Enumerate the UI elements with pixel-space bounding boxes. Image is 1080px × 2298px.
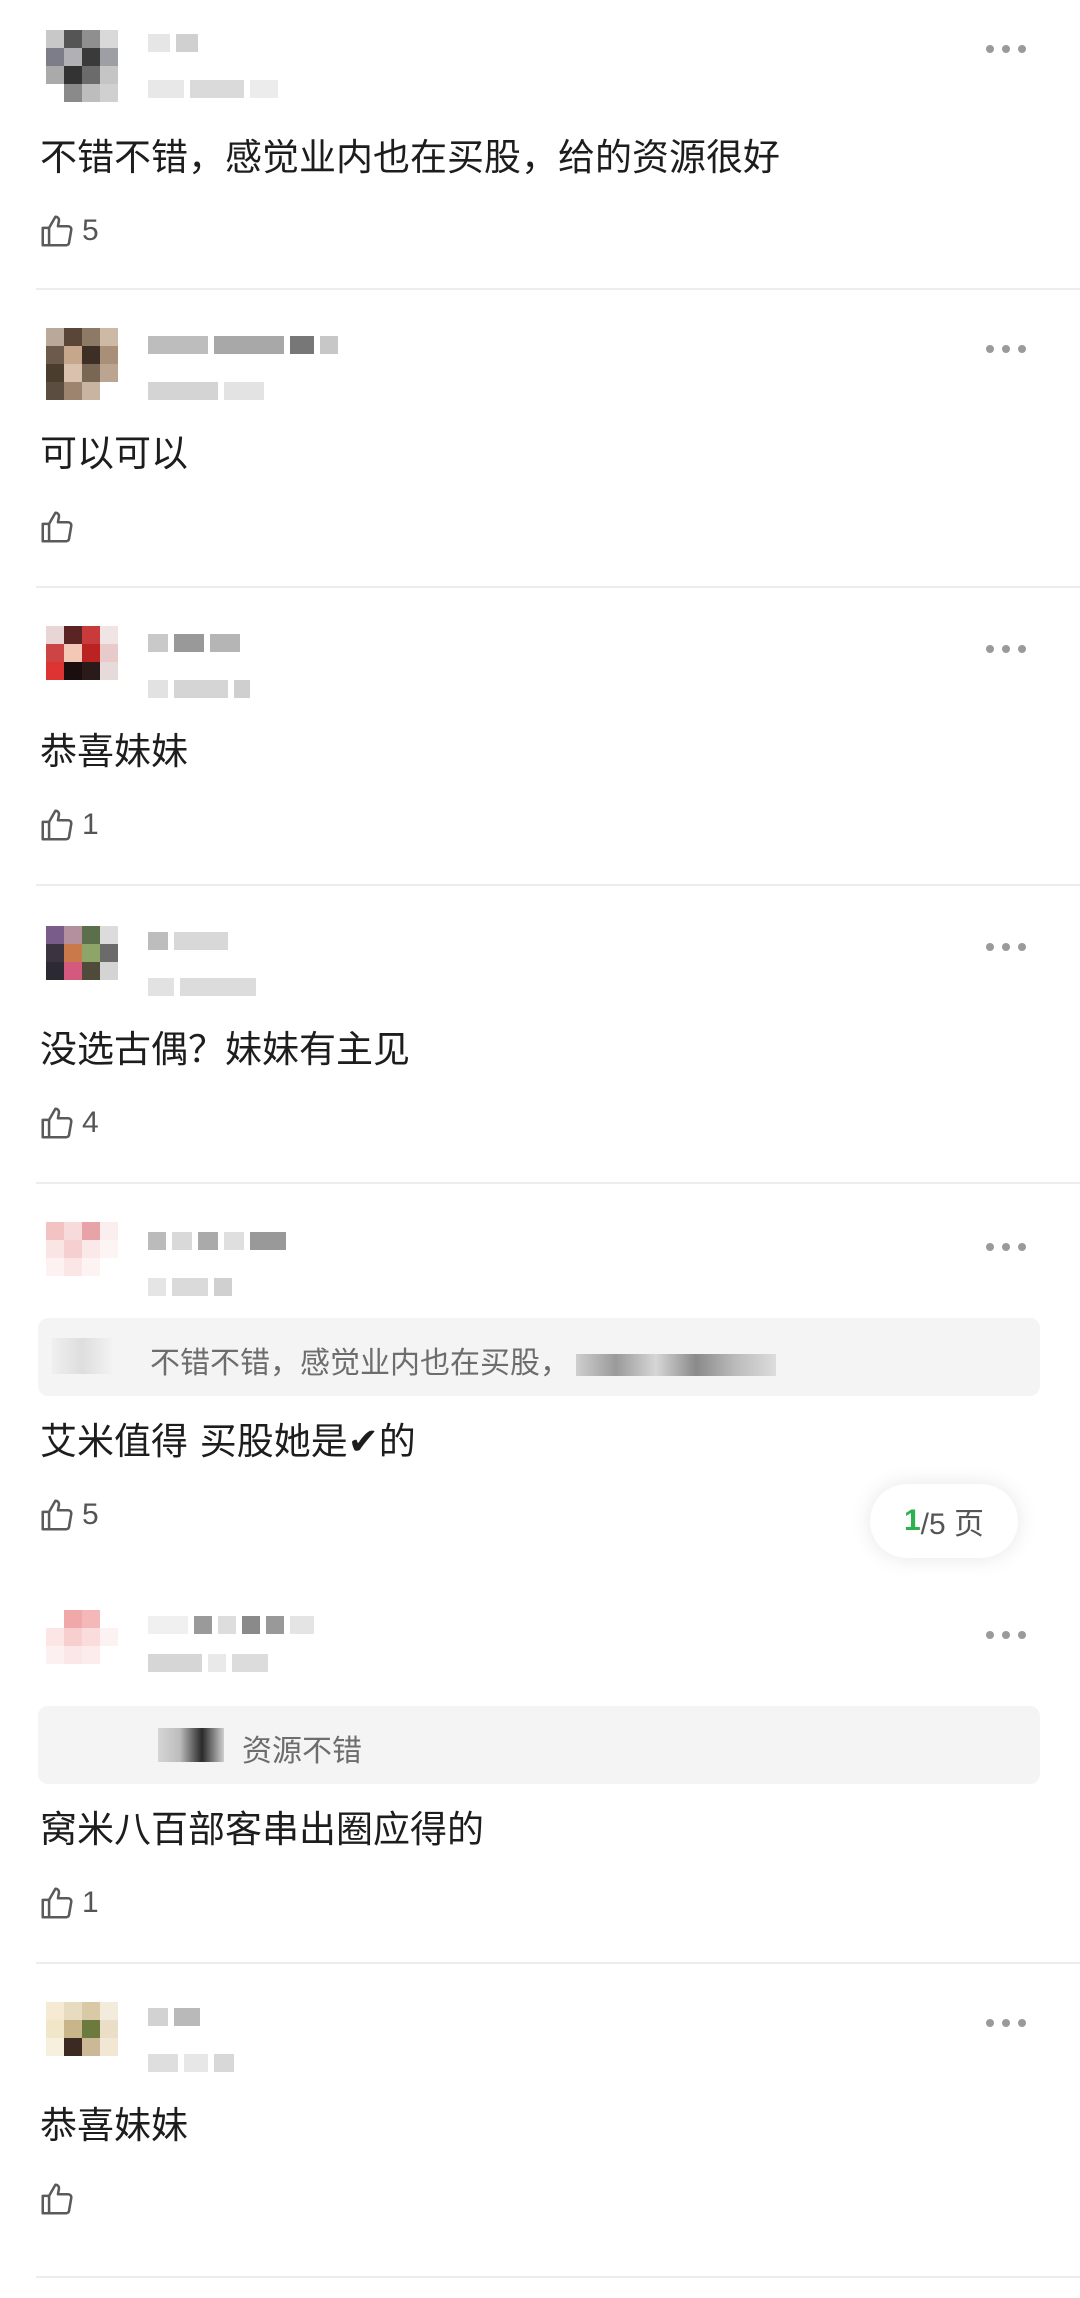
comment-text: 恭喜妹妹 [40, 2104, 188, 2147]
username-blurred[interactable] [148, 634, 246, 652]
avatar[interactable] [46, 2002, 140, 2096]
username-blurred[interactable] [148, 1232, 292, 1250]
avatar[interactable] [46, 1222, 140, 1316]
time-location-blurred [148, 680, 256, 698]
like-button[interactable] [38, 506, 82, 548]
like-count: 1 [82, 1886, 99, 1919]
thumbs-up-icon [41, 2183, 73, 2215]
more-dots-icon[interactable] [986, 1628, 1026, 1642]
divider [36, 1182, 1080, 1184]
like-count: 1 [82, 808, 99, 841]
time-location-blurred [148, 1278, 238, 1296]
comment-text: 恭喜妹妹 [40, 730, 188, 773]
avatar[interactable] [46, 1610, 140, 1704]
page-total: /5 页 [920, 1508, 985, 1541]
quoted-text-blurred [576, 1353, 776, 1376]
page-indicator[interactable]: 1/5 页 [870, 1484, 1018, 1558]
divider [36, 884, 1080, 886]
thumbs-up-icon [41, 511, 73, 543]
more-dots-icon[interactable] [986, 42, 1026, 56]
quoted-text: 不错不错，感觉业内也在买股， [150, 1338, 776, 1382]
divider [36, 2276, 1080, 2278]
more-dots-icon[interactable] [986, 1240, 1026, 1254]
divider [36, 586, 1080, 588]
quoted-avatar-blurred [52, 1338, 112, 1374]
like-count: 5 [82, 214, 99, 247]
comment-text: 艾米值得 买股她是✔的 [40, 1420, 416, 1463]
comment-text: 窝米八百部客串出圈应得的 [40, 1808, 484, 1851]
like-button[interactable] [38, 2178, 82, 2220]
like-count: 5 [82, 1498, 99, 1531]
avatar[interactable] [46, 30, 140, 124]
page-current: 1 [903, 1504, 921, 1537]
like-button[interactable]: 5 [38, 210, 99, 252]
username-blurred[interactable] [148, 2008, 206, 2026]
thumbs-up-icon [41, 215, 73, 247]
more-dots-icon[interactable] [986, 342, 1026, 356]
quoted-text-label: 不错不错，感觉业内也在买股， [150, 1346, 570, 1381]
thumbs-up-icon [41, 1887, 73, 1919]
more-dots-icon[interactable] [986, 940, 1026, 954]
thumbs-up-icon [41, 1499, 73, 1531]
more-dots-icon[interactable] [986, 642, 1026, 656]
username-blurred[interactable] [148, 932, 234, 950]
avatar[interactable] [46, 626, 140, 720]
time-location-blurred [148, 978, 262, 996]
time-location-blurred [148, 1654, 274, 1672]
quoted-comment[interactable]: 不错不错，感觉业内也在买股， [38, 1318, 1040, 1396]
like-button[interactable]: 5 [38, 1494, 99, 1536]
quoted-avatar-blurred [158, 1728, 224, 1762]
thumbs-up-icon [41, 1107, 73, 1139]
thumbs-up-icon [41, 809, 73, 841]
time-location-blurred [148, 382, 270, 400]
time-location-blurred [148, 80, 284, 98]
divider [36, 1962, 1080, 1964]
username-blurred[interactable] [148, 1616, 320, 1634]
comment-text: 没选古偶？妹妹有主见 [40, 1028, 410, 1071]
like-button[interactable]: 1 [38, 1882, 99, 1924]
username-blurred[interactable] [148, 34, 204, 52]
comment-text: 不错不错，感觉业内也在买股，给的资源很好 [40, 136, 780, 179]
like-button[interactable]: 1 [38, 804, 99, 846]
quoted-comment[interactable]: 资源不错 [38, 1706, 1040, 1784]
like-count: 4 [82, 1106, 99, 1139]
divider [36, 288, 1080, 290]
username-blurred[interactable] [148, 336, 344, 354]
quoted-text: 资源不错 [242, 1734, 362, 1769]
avatar[interactable] [46, 926, 140, 1020]
avatar[interactable] [46, 328, 140, 422]
like-button[interactable]: 4 [38, 1102, 99, 1144]
more-dots-icon[interactable] [986, 2016, 1026, 2030]
time-location-blurred [148, 2054, 240, 2072]
comment-text: 可以可以 [40, 432, 188, 475]
